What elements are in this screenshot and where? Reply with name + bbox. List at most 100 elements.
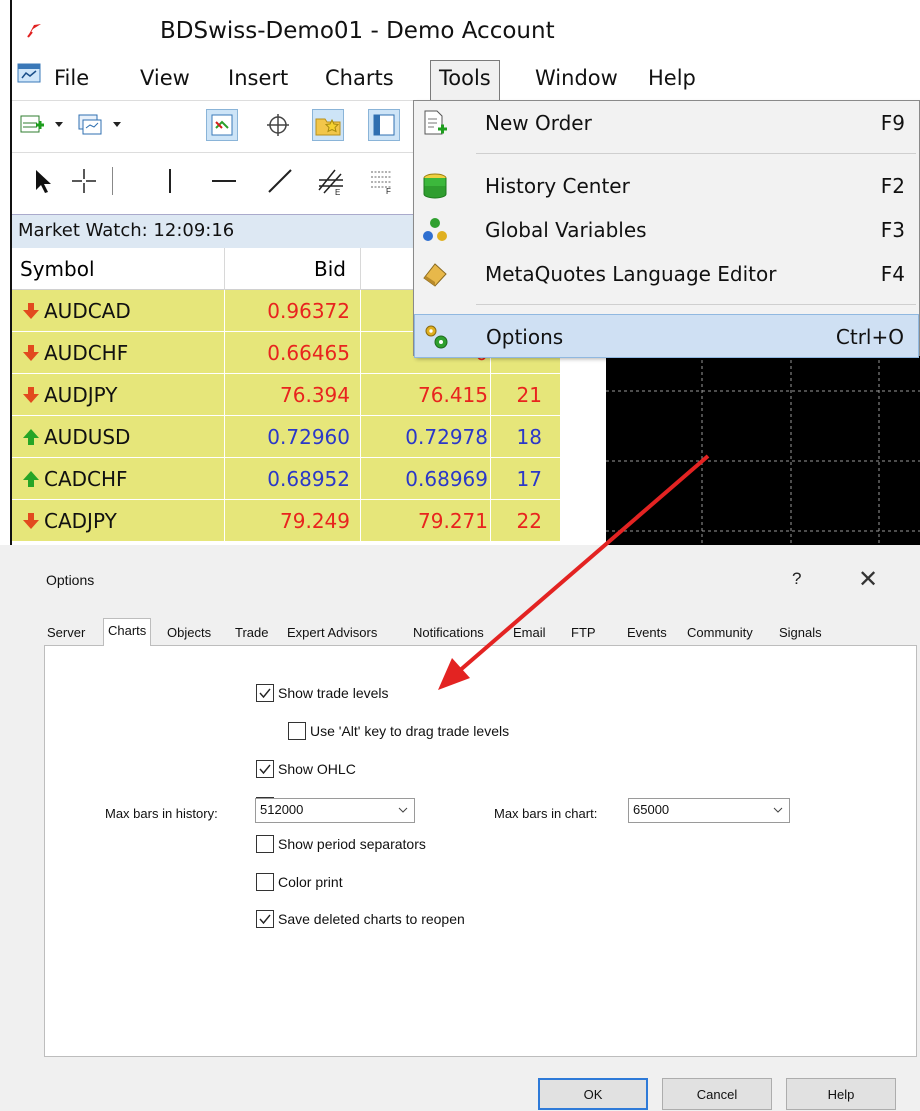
menu-item-options[interactable]: Options Ctrl+O	[414, 314, 919, 358]
checkbox-label: Show trade levels	[278, 685, 389, 701]
tab-events[interactable]: Events	[623, 621, 671, 645]
checkmark-icon	[259, 764, 271, 775]
color-print-option[interactable]: Color print	[256, 873, 343, 891]
use-alt-key-drag-trade-levels-checkbox[interactable]	[288, 722, 306, 740]
max-bars-chart-select[interactable]: 65000	[628, 798, 790, 823]
fibonacci-tool-button[interactable]: F	[366, 165, 398, 197]
cursor-tool-button[interactable]	[26, 165, 58, 197]
menu-file[interactable]: File	[54, 66, 89, 90]
help-button-label: Help	[827, 1086, 855, 1102]
table-row[interactable]: CADJPY 79.249 79.271 22	[12, 500, 560, 542]
menu-item-label: MetaQuotes Language Editor	[485, 262, 777, 286]
price-chart[interactable]	[606, 354, 920, 545]
menu-insert[interactable]: Insert	[228, 66, 288, 90]
menu-view[interactable]: View	[140, 66, 190, 90]
table-row[interactable]: AUDUSD 0.72960 0.72978 18	[12, 416, 560, 458]
arrow-down-icon	[23, 387, 39, 403]
tab-charts[interactable]: Charts	[103, 618, 152, 646]
navigator-folder-star-icon	[315, 118, 341, 136]
menu-item-new-order[interactable]: New Order F9	[414, 101, 919, 145]
arrow-down-icon	[23, 513, 39, 529]
tab-trade[interactable]: Trade	[231, 621, 272, 645]
close-icon[interactable]: ✕	[858, 565, 878, 594]
menu-item-metaquotes-language-editor[interactable]: MetaQuotes Language Editor F4	[414, 252, 919, 296]
horizontal-line-icon	[212, 180, 236, 182]
tab-objects[interactable]: Objects	[163, 621, 215, 645]
app-logo-icon	[27, 24, 41, 38]
new-chart-button[interactable]	[16, 109, 48, 141]
market-watch-toggle-button[interactable]	[206, 109, 238, 141]
market-watch-icon	[211, 114, 233, 136]
help-icon[interactable]: ?	[792, 569, 801, 589]
max-bars-chart-value: 65000	[633, 802, 670, 817]
horizontal-line-tool-button[interactable]	[208, 165, 240, 197]
use-alt-key-drag-trade-levels-option[interactable]: Use 'Alt' key to drag trade levels	[288, 722, 509, 740]
max-bars-history-select[interactable]: 512000	[255, 798, 415, 823]
color-print-checkbox[interactable]	[256, 873, 274, 891]
title-bar: BDSwiss-Demo01 - Demo Account	[0, 0, 920, 58]
mdi-window-icon[interactable]	[16, 62, 42, 86]
arrow-up-icon	[23, 429, 39, 445]
vertical-line-tool-button[interactable]	[154, 165, 186, 197]
save-deleted-charts-option[interactable]: Save deleted charts to reopen	[256, 910, 465, 928]
charts-tab-panel: Show trade levels Use 'Alt' key to drag t…	[44, 645, 917, 1057]
navigator-button[interactable]	[312, 109, 344, 141]
svg-text:E: E	[335, 188, 340, 196]
profiles-button[interactable]	[74, 109, 106, 141]
menu-item-history-center[interactable]: History Center F2	[414, 164, 919, 208]
tab-ftp[interactable]: FTP	[567, 621, 600, 645]
cell-divider	[360, 500, 361, 542]
cancel-button[interactable]: Cancel	[662, 1078, 772, 1110]
profiles-dropdown[interactable]	[108, 109, 126, 141]
menu-item-label: History Center	[485, 174, 630, 198]
trendline-tool-button[interactable]	[264, 165, 296, 197]
show-trade-levels-checkbox[interactable]	[256, 684, 274, 702]
tab-community[interactable]: Community	[683, 621, 757, 645]
menu-item-global-variables[interactable]: Global Variables F3	[414, 208, 919, 252]
show-ohlc-checkbox[interactable]	[256, 760, 274, 778]
data-window-button[interactable]	[262, 109, 294, 141]
ask-cell: 0.68969	[405, 467, 488, 491]
menu-charts[interactable]: Charts	[325, 66, 394, 90]
table-row[interactable]: AUDJPY 76.394 76.415 21	[12, 374, 560, 416]
save-deleted-charts-checkbox[interactable]	[256, 910, 274, 928]
equidistant-channel-tool-button[interactable]: E	[314, 165, 346, 197]
tab-server[interactable]: Server	[43, 621, 89, 645]
ask-cell: 76.415	[418, 383, 488, 407]
bid-cell: 79.249	[280, 509, 350, 533]
menu-tools[interactable]: Tools	[430, 60, 500, 100]
column-header-symbol[interactable]: Symbol	[20, 257, 95, 281]
menu-window[interactable]: Window	[535, 66, 618, 90]
bid-cell: 0.72960	[267, 425, 350, 449]
new-chart-icon	[20, 115, 44, 133]
new-chart-dropdown[interactable]	[50, 109, 68, 141]
trendline-icon	[268, 169, 292, 193]
show-period-separators-option[interactable]: Show period separators	[256, 835, 426, 853]
menu-help[interactable]: Help	[648, 66, 696, 90]
chevron-down-icon	[113, 122, 121, 127]
cell-divider	[490, 416, 491, 458]
ok-button[interactable]: OK	[538, 1078, 648, 1110]
bid-cell: 0.96372	[267, 299, 350, 323]
window-title: BDSwiss-Demo01 - Demo Account	[160, 18, 555, 44]
crosshair-tool-button[interactable]	[68, 165, 100, 197]
table-row[interactable]: CADCHF 0.68952 0.68969 17	[12, 458, 560, 500]
show-period-separators-checkbox[interactable]	[256, 835, 274, 853]
tab-expert-advisors[interactable]: Expert Advisors	[283, 621, 381, 645]
show-trade-levels-option[interactable]: Show trade levels	[256, 684, 389, 702]
vertical-line-icon	[169, 169, 171, 193]
tab-email[interactable]: Email	[509, 621, 550, 645]
arrow-down-icon	[23, 303, 39, 319]
help-button[interactable]: Help	[786, 1078, 896, 1110]
tab-signals[interactable]: Signals	[775, 621, 826, 645]
chart-grid	[606, 354, 920, 545]
symbol-cell: AUDCAD	[44, 299, 131, 323]
arrow-cursor-icon	[36, 170, 51, 193]
menu-item-shortcut: F2	[880, 174, 905, 198]
tab-notifications[interactable]: Notifications	[409, 621, 488, 645]
column-header-bid[interactable]: Bid	[314, 257, 346, 281]
global-variables-icon	[423, 218, 447, 241]
terminal-button[interactable]	[368, 109, 400, 141]
show-ohlc-option[interactable]: Show OHLC	[256, 760, 356, 778]
terminal-panel-icon	[373, 114, 395, 136]
